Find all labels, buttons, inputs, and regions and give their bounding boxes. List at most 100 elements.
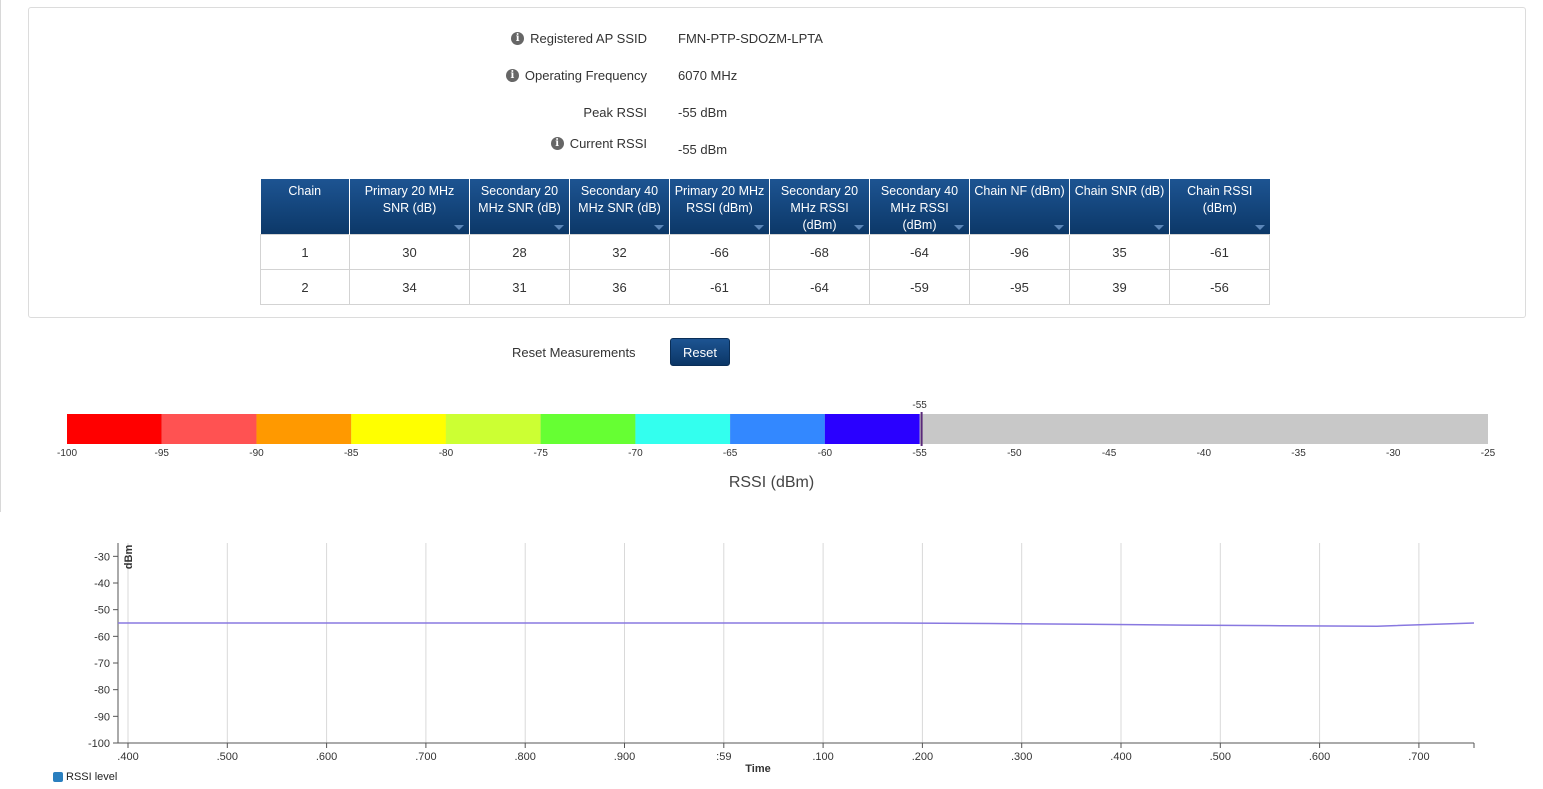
gauge-tick-label: -60 <box>818 448 833 459</box>
gauge-tick-label: -45 <box>1102 448 1117 459</box>
gauge-segment <box>635 414 731 444</box>
column-header[interactable]: Secondary 40 MHz SNR (dB) <box>569 179 670 235</box>
column-header[interactable]: Chain SNR (dB) <box>1069 179 1170 235</box>
y-tick-label: -60 <box>94 631 110 643</box>
table-cell: -64 <box>869 234 970 270</box>
gauge-tick-label: -40 <box>1197 448 1212 459</box>
sort-arrow-icon[interactable] <box>1154 225 1164 230</box>
table-cell: -56 <box>1169 269 1270 305</box>
table-cell: 28 <box>469 234 570 270</box>
current-rssi-row: i Current RSSI -55 dBm <box>29 136 1525 157</box>
column-header[interactable]: Chain NF (dBm) <box>969 179 1070 235</box>
table-cell: -61 <box>669 269 770 305</box>
column-header[interactable]: Secondary 20 MHz RSSI (dBm) <box>769 179 870 235</box>
sort-arrow-icon[interactable] <box>454 225 464 230</box>
sort-arrow-icon[interactable] <box>654 225 664 230</box>
gauge-tick-label: -90 <box>249 448 264 459</box>
y-tick-label: -50 <box>94 605 110 617</box>
ssid-value: FMN-PTP-SDOZM-LPTA <box>678 31 823 46</box>
ssid-row: i Registered AP SSID FMN-PTP-SDOZM-LPTA <box>29 31 1525 51</box>
chain-table: Chain Primary 20 MHz SNR (dB) Secondary … <box>260 179 1270 305</box>
gauge-segment <box>730 414 825 444</box>
gauge-tick-label: -25 <box>1481 448 1496 459</box>
rssi-trend-chart: .400 .500 .600 .700 .800 .900 :59 .100 .200 .300.… <box>88 543 1475 775</box>
sort-arrow-icon[interactable] <box>954 225 964 230</box>
table-cell: -61 <box>1169 234 1270 270</box>
sort-arrow-icon[interactable] <box>754 225 764 230</box>
table-cell: -59 <box>869 269 970 305</box>
legend-swatch <box>53 772 63 782</box>
sort-arrow-icon[interactable] <box>1254 225 1265 230</box>
table-cell: 2 <box>260 269 350 305</box>
x-tick-label: .600 <box>316 751 337 763</box>
gauge-segment <box>67 414 162 444</box>
table-cell: 34 <box>349 269 470 305</box>
frequency-row: i Operating Frequency 6070 MHz <box>29 68 1525 88</box>
chart-legend[interactable]: RSSI level <box>53 771 117 783</box>
peak-rssi-label: Peak RSSI <box>583 105 647 120</box>
column-header[interactable]: Secondary 40 MHz RSSI (dBm) <box>869 179 970 235</box>
info-icon[interactable]: i <box>511 32 525 45</box>
gauge-tick-label: -80 <box>439 448 454 459</box>
rssi-gauge: -55 -100 -95 -90 -85 -80 -75 -70 -65 -60 -55 -50 -45… <box>57 400 1496 459</box>
table-cell: 36 <box>569 269 670 305</box>
current-rssi-marker-label: -55 <box>912 400 927 411</box>
table-header-row: Chain Primary 20 MHz SNR (dB) Secondary … <box>260 179 1270 235</box>
frequency-value: 6070 MHz <box>678 68 738 83</box>
x-tick-label: .600 <box>1309 751 1330 763</box>
column-header[interactable]: Primary 20 MHz SNR (dB) <box>349 179 470 235</box>
x-tick-label: .800 <box>514 751 535 763</box>
y-tick-label: -100 <box>88 738 110 750</box>
table-cell: 35 <box>1069 234 1170 270</box>
sort-arrow-icon[interactable] <box>1054 225 1064 230</box>
gauge-tick-label: -35 <box>1291 448 1306 459</box>
x-tick-label: .300 <box>1011 751 1032 763</box>
x-tick-label: .900 <box>614 751 635 763</box>
table-cell: 31 <box>469 269 570 305</box>
y-tick-label: -70 <box>94 658 110 670</box>
x-tick-label: .400 <box>117 751 138 763</box>
table-cell: 32 <box>569 234 670 270</box>
gauge-segment <box>824 414 920 444</box>
x-tick-label: .700 <box>1408 751 1429 763</box>
table-cell: -96 <box>969 234 1070 270</box>
gauge-tick-label: -70 <box>628 448 643 459</box>
gauge-tick-label: -65 <box>723 448 738 459</box>
sort-arrow-icon[interactable] <box>554 225 564 230</box>
gauge-tick-label: -50 <box>1007 448 1022 459</box>
table-row: 2 34 31 36 -61 -64 -59 -95 39 -56 <box>260 269 1270 305</box>
peak-rssi-value: -55 dBm <box>678 105 728 120</box>
gauge-tick-label: -55 <box>912 448 927 459</box>
x-axis-label: Time <box>745 763 770 775</box>
column-header[interactable]: Secondary 20 MHz SNR (dB) <box>469 179 570 235</box>
x-tick-label: .400 <box>1110 751 1131 763</box>
legend-label: RSSI level <box>66 771 118 783</box>
gauge-segment <box>540 414 636 444</box>
table-cell: -68 <box>769 234 870 270</box>
y-axis-label: dBm <box>123 545 135 570</box>
table-cell: 30 <box>349 234 470 270</box>
column-header[interactable]: Primary 20 MHz RSSI (dBm) <box>669 179 770 235</box>
link-status-panel: i Registered AP SSID FMN-PTP-SDOZM-LPTA … <box>28 7 1526 318</box>
reset-button[interactable]: Reset <box>670 338 730 366</box>
info-icon[interactable]: i <box>505 69 519 82</box>
column-header[interactable]: Chain RSSI (dBm) <box>1169 179 1270 235</box>
table-cell: -95 <box>969 269 1070 305</box>
current-rssi-label: Current RSSI <box>569 136 647 151</box>
gauge-tick-label: -30 <box>1386 448 1401 459</box>
y-tick-label: -30 <box>94 551 110 563</box>
x-tick-label: .200 <box>912 751 933 763</box>
gauge-segment <box>445 414 541 444</box>
sort-arrow-icon[interactable] <box>854 225 864 230</box>
column-header[interactable]: Chain <box>260 179 350 235</box>
x-tick-label: .100 <box>812 751 833 763</box>
gauge-tick-label: -75 <box>533 448 548 459</box>
x-tick-label: .700 <box>415 751 436 763</box>
gauge-segment <box>161 414 257 444</box>
gauge-tick-label: -85 <box>344 448 359 459</box>
y-tick-label: -90 <box>94 711 110 723</box>
y-tick-label: -80 <box>94 685 110 697</box>
x-tick-label: .500 <box>1210 751 1231 763</box>
x-tick-label: :59 <box>716 751 731 763</box>
info-icon[interactable]: i <box>550 137 564 150</box>
